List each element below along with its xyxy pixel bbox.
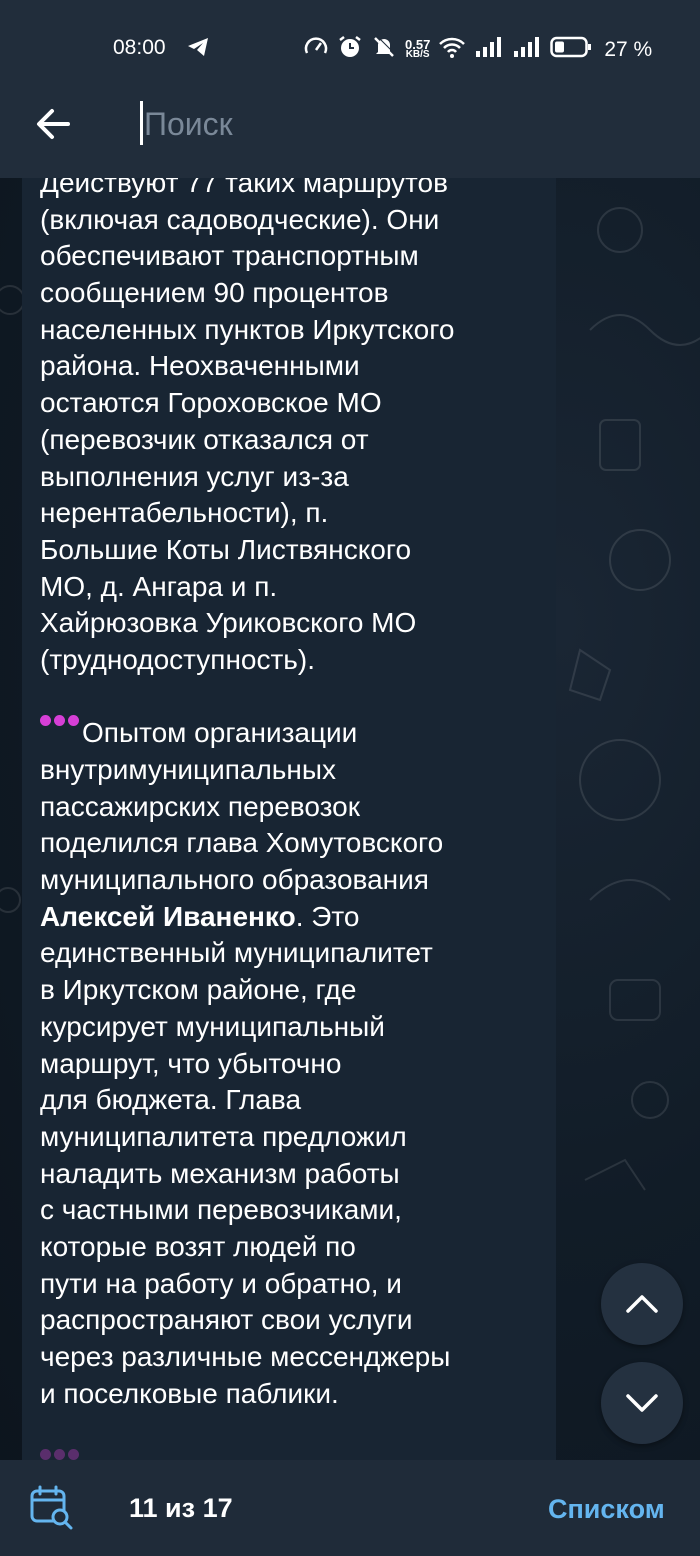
message-line: курсирует муниципальный [40, 1010, 385, 1042]
message-line: обеспечивают транспортным [40, 240, 419, 272]
status-icons: 0.57 KB/S 27 % [303, 34, 652, 66]
message-line: (труднодоступность). [40, 643, 315, 675]
arrow-left-icon [37, 109, 70, 139]
alarm-icon [337, 34, 363, 66]
net-speed-unit: KB/S [405, 49, 430, 60]
message-line: (перевозчик отказался от [40, 423, 369, 455]
message-line: для бюджета. Глава [40, 1084, 302, 1116]
results-counter: 11 из 17 [129, 1493, 233, 1523]
message-bubble: Действуют 77 таких маршрутов (включая са… [22, 178, 556, 1460]
message-line: остаются Гороховское МО [40, 387, 382, 419]
message-line: Опытом организации [40, 715, 550, 752]
message-line: нерентабельности), п. [40, 497, 329, 529]
chevron-down-icon [626, 1394, 658, 1412]
message-line: муниципалитета предложил [40, 1120, 407, 1152]
status-time: 08:00 [113, 36, 166, 59]
message-line: сообщением 90 процентов [40, 277, 389, 309]
message-line: (включая садоводческие). Они [40, 203, 440, 235]
message-line: МО, д. Ангара и п. [40, 570, 278, 602]
message-line: распространяют свои услуги [40, 1304, 413, 1336]
after-bold-text: . Это [295, 900, 360, 932]
message-text: Действуют 77 таких маршрутов (включая са… [40, 178, 550, 1412]
wifi-icon [438, 35, 466, 65]
battery-percent: 27 % [604, 38, 653, 61]
message-line: в Иркутском районе, где [40, 974, 357, 1006]
message-line: Большие Коты Листвянского [40, 533, 412, 565]
search-results-bar: 11 из 17 Списком [0, 1460, 700, 1556]
bold-name: Алексей Иваненко [40, 900, 296, 932]
status-bar: 08:00 0.57 KB/S 27 % [0, 22, 700, 72]
message-line: наладить механизм работы [40, 1157, 400, 1189]
search-input[interactable] [142, 98, 664, 150]
list-view-button[interactable]: Списком [548, 1494, 665, 1525]
message-line: Хайрюзовка Уриковского МО [40, 607, 417, 639]
back-button[interactable] [30, 100, 78, 148]
chevron-up-icon [626, 1295, 658, 1313]
message-line: которые возят людей по [40, 1230, 356, 1262]
message-line: населенных пунктов Иркутского [40, 313, 455, 345]
message-line: пассажирских перевозок [40, 790, 360, 822]
next-paragraph-dots-icon [40, 1449, 82, 1460]
message-line: внутримуниципальных [40, 754, 336, 785]
message-line: через различные мессенджеры [40, 1341, 451, 1372]
calendar-search-icon[interactable] [28, 1485, 76, 1536]
message-line: выполнения услуг из-за [40, 460, 349, 492]
net-speed: 0.57 KB/S [405, 38, 430, 60]
dots-emoji-icon [40, 715, 82, 735]
message-line: Алексей Иваненко. Это [40, 899, 550, 936]
speedometer-icon [303, 34, 329, 66]
message-line: района. Неохваченными [40, 350, 360, 382]
telegram-icon [186, 36, 210, 64]
paragraph-start: Опытом организации [82, 717, 358, 749]
search-next-button[interactable] [601, 1362, 683, 1444]
message-line: и поселковые паблики. [40, 1377, 339, 1409]
signal-icon [474, 36, 504, 64]
message-line: пути на работу и обратно, и [40, 1267, 402, 1299]
message-line: Действуют 77 таких маршрутов [40, 178, 448, 198]
search-prev-button[interactable] [601, 1263, 683, 1345]
signal-icon-2 [512, 36, 542, 64]
battery-icon [550, 36, 592, 64]
mute-icon [371, 34, 397, 66]
message-line: маршрут, что убыточно [40, 1047, 342, 1079]
message-line: единственный муниципалитет [40, 937, 433, 969]
message-line: с частными перевозчиками, [40, 1194, 402, 1226]
search-header: 08:00 0.57 KB/S 27 % Поиск [0, 0, 700, 178]
message-line: поделился глава Хомутовского [40, 827, 444, 859]
message-line: муниципального образования [40, 864, 429, 896]
